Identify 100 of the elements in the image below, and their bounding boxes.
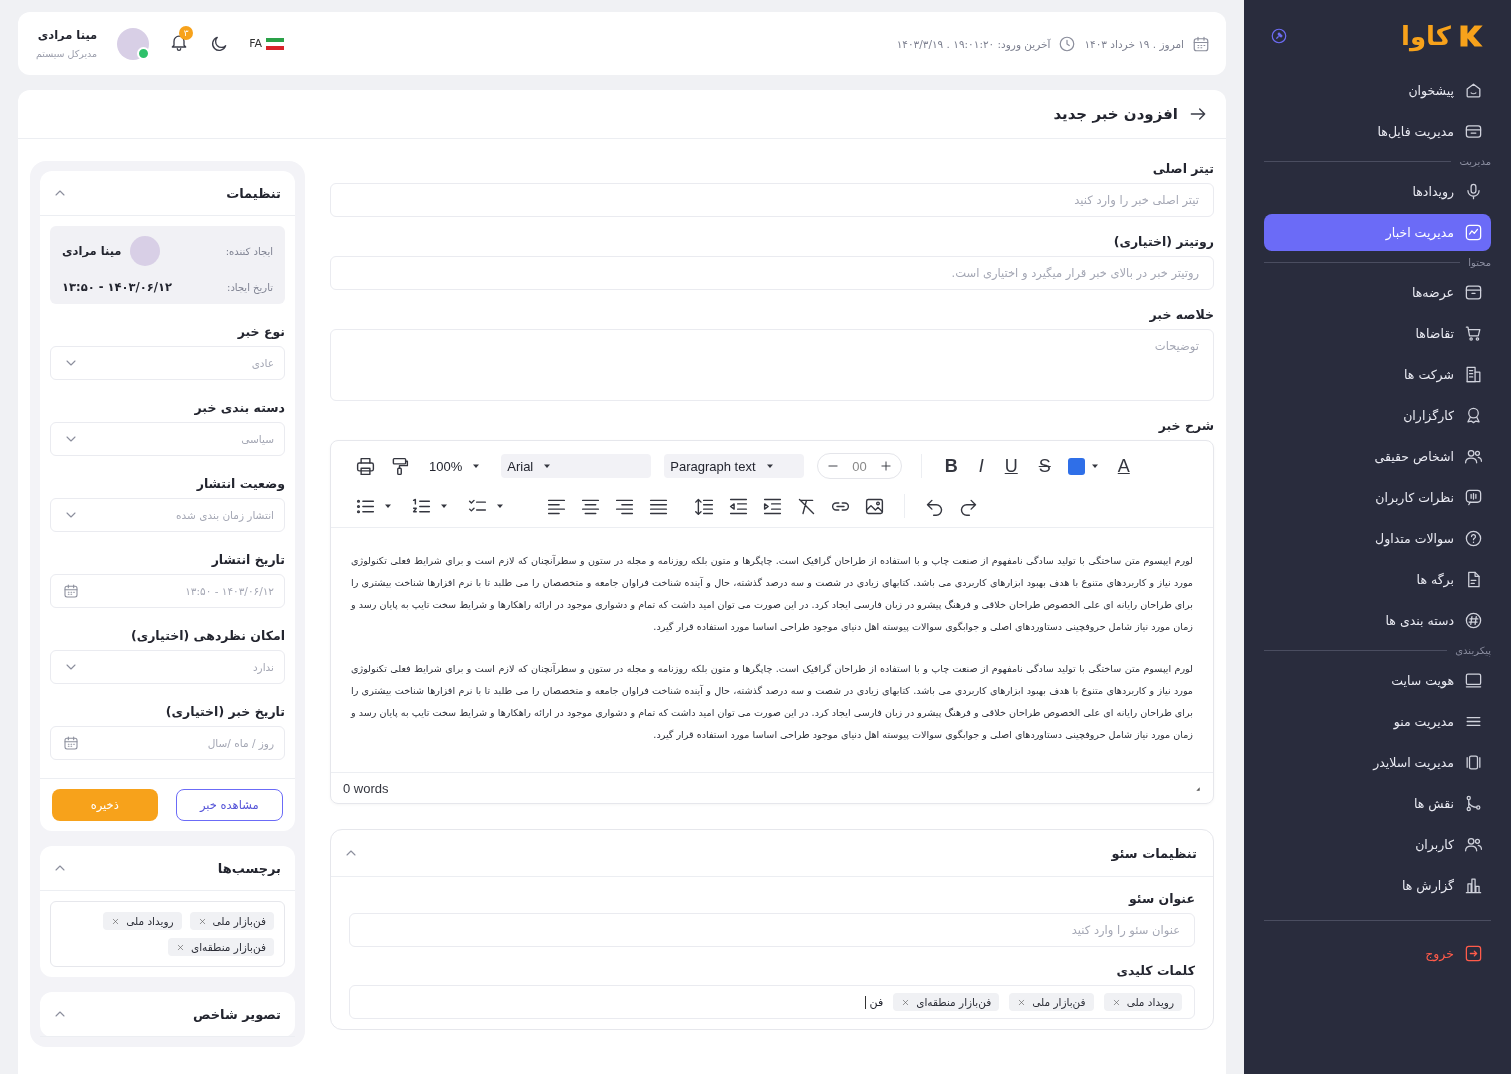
creator-name: مینا مرادی: [62, 244, 122, 258]
chat-icon: [1464, 488, 1483, 507]
page-title: افزودن خبر جدید: [1053, 105, 1178, 123]
plus-icon[interactable]: [878, 459, 893, 473]
tag-chip: رویداد ملی: [103, 912, 182, 930]
cart-icon: [1464, 324, 1483, 343]
remove-icon[interactable]: [1111, 997, 1121, 1007]
field-label: امکان نظردهی (اختیاری): [130, 628, 285, 643]
nav-item[interactable]: کاربران: [1264, 826, 1491, 863]
field-label: تیتر اصلی: [1151, 161, 1214, 176]
archive-icon: [1464, 283, 1483, 302]
users-icon: [1464, 447, 1483, 466]
logout-link[interactable]: خروج: [1264, 935, 1491, 972]
panel-title: تنظیمات: [226, 185, 281, 201]
remove-icon[interactable]: [111, 916, 121, 926]
nav-item[interactable]: نقش ها: [1264, 785, 1491, 822]
text-field[interactable]: عنوان سئو را وارد کنید: [349, 913, 1195, 947]
field-label: تاریخ انتشار: [210, 552, 285, 567]
remove-icon[interactable]: [176, 942, 185, 952]
word-count: 0 words: [343, 780, 389, 796]
remove-icon[interactable]: [901, 997, 911, 1007]
print-icon[interactable]: [355, 455, 376, 477]
block-style-dropdown[interactable]: Paragraph text: [664, 454, 805, 478]
nav-item[interactable]: عرضه‌ها: [1264, 274, 1491, 311]
section-label: مدیریت: [1459, 156, 1491, 167]
building-icon: [1464, 365, 1483, 384]
keyword-tag: فن‌بازار ملی: [1009, 993, 1094, 1011]
logout-icon: [1464, 944, 1483, 963]
field-label: روتیتر (اختیاری): [1112, 234, 1214, 249]
nav-item[interactable]: پیشخوان: [1264, 72, 1491, 109]
language-button[interactable]: FA: [249, 37, 285, 50]
wallet-icon: [1464, 122, 1483, 141]
user-name: مینا مرادی: [36, 28, 98, 42]
branch-icon: [1464, 794, 1483, 813]
font-dropdown[interactable]: Arial: [501, 454, 652, 478]
award-icon: [1464, 406, 1483, 425]
preview-button[interactable]: مشاهده خبر: [175, 789, 283, 821]
nav-item[interactable]: نظرات کاربران: [1264, 479, 1491, 516]
format-button[interactable]: U: [1000, 455, 1022, 477]
panel-title: تنظیمات سئو: [1111, 845, 1197, 861]
font-color-button[interactable]: A: [1113, 455, 1134, 477]
body-paragraph: لورم ایپسوم متن ساختگی با تولید سادگی نامفهوم از صنعت چاپ و با استفاده از طراحان گرافیک است. چاپگرها و متون بلکه روزنامه و مجله در ستون و سطرآنچنان که لازم است و برای شرایط فعلی تکنولوژی مورد نیاز و کاربردهای متنوع با هدف بهبود ابزارهای کاربردی می باشد. کتابهای زیادی در شصت و سه درصد گذشته، حال و آینده شناخت فراوان جامعه و متخصصان را می طلبد تا با نرم افزارها شناخت بیشتری را برای طراحان رایانه ای علی الخصوص طراحان خلاقی و فرهنگ پیشرو در زبان فارسی ایجاد کرد. در این صورت می توان امید داشت که تمام و دشواری موجود در ارائه راهکارها و شرایط سخت تایپ به پایان رسد و زمان مورد نیاز شامل حروفچینی دستاوردهای اصلی و جوابگوی سوالات پیوسته اهل دنیای موجود طراحی اساسا مورد استفاده قرار گیرد.: [351, 554, 1193, 634]
nav-item[interactable]: مدیریت منو: [1264, 703, 1491, 740]
slider-icon: [1464, 753, 1483, 772]
color-swatch: [1067, 457, 1085, 475]
creator-label: ایجاد کننده:: [225, 245, 273, 257]
resize-handle-icon[interactable]: [1193, 784, 1201, 792]
created-label: تاریخ ایجاد:: [227, 281, 273, 293]
user-role: مدیرکل سیستم: [36, 48, 98, 59]
today-date: امروز . ۱۹ خرداد ۱۴۰۳: [1084, 37, 1184, 50]
chart-icon: [1464, 223, 1483, 242]
tags-field[interactable]: فن‌بازار ملی رویداد ملی فن‌بازار منطقه‌ای: [50, 901, 285, 967]
nav-item[interactable]: اشخاص حقیقی: [1264, 438, 1491, 475]
pin-icon[interactable]: [1270, 27, 1288, 45]
nav-item[interactable]: مدیریت اسلایدر: [1264, 744, 1491, 781]
nav-item[interactable]: هویت سایت: [1264, 662, 1491, 699]
notification-badge: ۳: [179, 25, 194, 40]
created-date: ۱۴۰۳/۰۶/۱۲ - ۱۳:۵۰: [62, 280, 173, 294]
bar-chart-icon: [1464, 876, 1483, 895]
text-field[interactable]: تیتر اصلی خبر را وارد کنید: [330, 183, 1214, 217]
section-label: محتوا: [1468, 257, 1491, 268]
field-label: وضعیت انتشار: [195, 476, 285, 491]
keywords-field[interactable]: رویداد ملی فن‌بازار ملی فن‌بازار منطقه‌ای فن: [349, 985, 1195, 1019]
panel-title: برچسب‌ها: [217, 860, 281, 876]
nav-item[interactable]: دسته بندی ها: [1264, 602, 1491, 639]
format-button[interactable]: S: [1034, 455, 1055, 477]
format-button[interactable]: B: [940, 455, 962, 477]
clock-icon: [1058, 34, 1077, 53]
hashtag-icon: [1464, 611, 1483, 630]
nav-item[interactable]: سوالات متداول: [1264, 520, 1491, 557]
panel-title: تصویر شاخص: [192, 1006, 281, 1022]
nav-item[interactable]: مدیریت فایل‌ها: [1264, 113, 1491, 150]
field-label: نوع خبر: [236, 324, 285, 339]
last-login: آخرین ورود: ۱۹:۰۱:۲۰ . ۱۴۰۳/۳/۱۹: [896, 37, 1051, 50]
monitor-icon: [1464, 671, 1483, 690]
keyword-tag: رویداد ملی: [1103, 993, 1182, 1011]
field-label: عنوان سئو: [1127, 891, 1195, 906]
calendar-icon: [1192, 34, 1210, 53]
text-field[interactable]: روتیتر خبر در بالای خبر قرار میگیرد و اختیاری است.: [330, 256, 1214, 290]
keyword-tag: فن‌بازار منطقه‌ای: [893, 993, 1000, 1011]
question-icon: [1464, 529, 1483, 548]
format-button[interactable]: I: [974, 455, 988, 477]
textarea-field[interactable]: توضیحات: [330, 329, 1214, 401]
field-label: خلاصه خبر: [1148, 307, 1214, 322]
nav-item[interactable]: رویدادها: [1264, 173, 1491, 210]
nav-item[interactable]: شرکت ها: [1264, 356, 1491, 393]
section-label: پیکربندی: [1455, 645, 1491, 656]
field-label: دسته بندی خبر: [193, 400, 285, 415]
tag-chip: فن‌بازار ملی: [189, 912, 274, 930]
remove-icon[interactable]: [1017, 997, 1027, 1007]
remove-icon[interactable]: [197, 916, 207, 926]
nav-item[interactable]: کارگزاران: [1264, 397, 1491, 434]
nav-item[interactable]: تقاضاها: [1264, 315, 1491, 352]
avatar: [129, 236, 160, 266]
nav-item[interactable]: مدیریت اخبار: [1264, 214, 1491, 251]
users-icon: [1464, 835, 1483, 854]
nav-item[interactable]: گزارش ها: [1264, 867, 1491, 904]
field-label: تاریخ خبر (اختیاری): [164, 704, 285, 719]
nav-item[interactable]: برگه ها: [1264, 561, 1491, 598]
zoom-dropdown[interactable]: 100%: [423, 454, 489, 478]
